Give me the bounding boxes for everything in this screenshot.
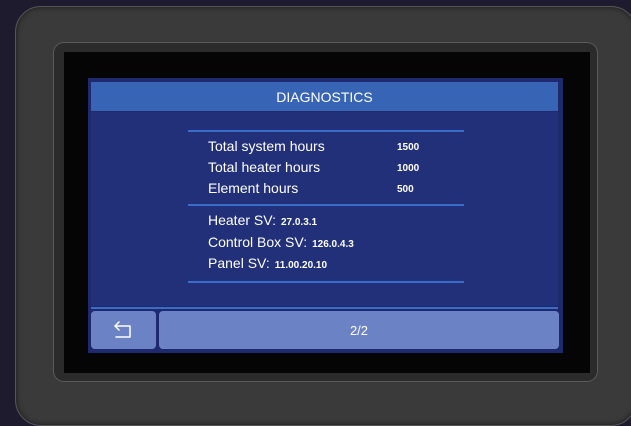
version-value-heater: 27.0.3.1 xyxy=(280,217,318,228)
page-indicator: 2/2 xyxy=(159,311,559,349)
version-label-control-box: Control Box SV: xyxy=(208,234,308,250)
back-button[interactable] xyxy=(91,311,156,349)
bottom-divider xyxy=(188,281,464,283)
stat-label-heater-hours: Total heater hours xyxy=(208,159,321,175)
title-bar: DIAGNOSTICS xyxy=(91,82,558,111)
middle-divider xyxy=(188,204,464,206)
version-value-control-box: 126.0.4.3 xyxy=(312,239,354,250)
stat-value-system-hours: 1500 xyxy=(397,142,420,153)
version-value-panel: 11.00.20.10 xyxy=(274,260,328,271)
stat-label-system-hours: Total system hours xyxy=(208,138,325,154)
footer-divider xyxy=(91,307,558,309)
version-row-control-box: Control Box SV: 126.0.4.3 xyxy=(208,234,354,250)
top-divider xyxy=(188,130,464,132)
version-row-panel: Panel SV: 11.00.20.10 xyxy=(208,255,327,271)
return-arrow-icon xyxy=(113,321,131,338)
page-number: 2/2 xyxy=(349,322,369,338)
stat-value-heater-hours: 1000 xyxy=(397,163,420,174)
version-row-heater: Heater SV: 27.0.3.1 xyxy=(208,212,317,228)
stat-label-element-hours: Element hours xyxy=(208,180,299,196)
page-title: DIAGNOSTICS xyxy=(276,88,373,105)
version-label-heater: Heater SV: xyxy=(208,212,276,228)
stat-value-element-hours: 500 xyxy=(397,184,414,195)
version-label-panel: Panel SV: xyxy=(208,255,270,271)
